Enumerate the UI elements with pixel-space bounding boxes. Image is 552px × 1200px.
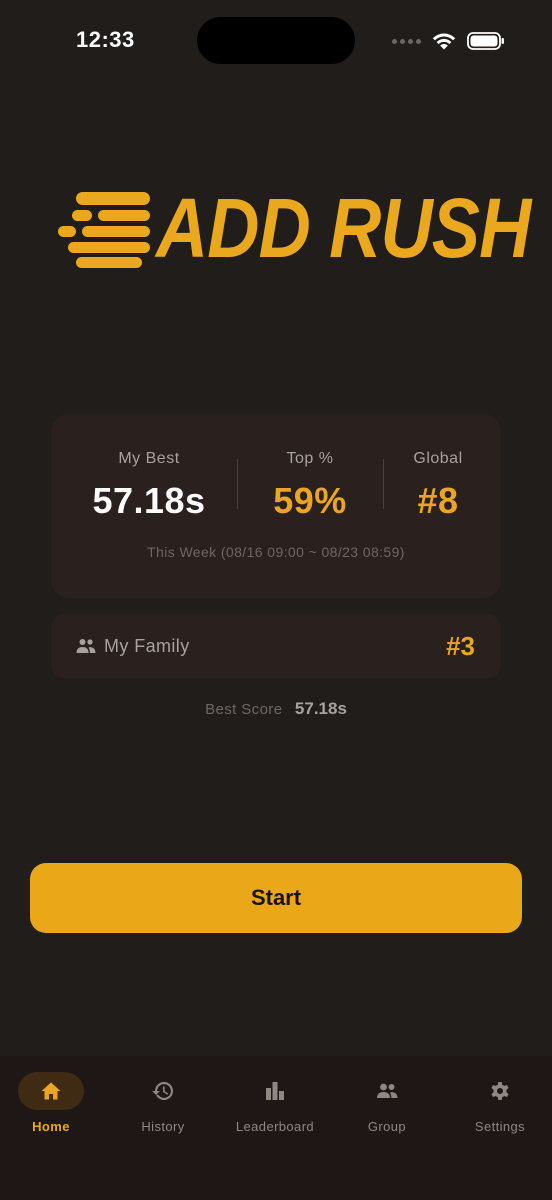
best-score-value: 57.18s	[294, 699, 347, 718]
top-percent-stat: Top % 59%	[236, 450, 384, 522]
family-rank-row[interactable]: My Family #3	[51, 614, 501, 678]
dynamic-island	[197, 17, 355, 64]
home-icon	[41, 1082, 61, 1100]
tab-home[interactable]: Home	[0, 1072, 106, 1142]
week-range-text: This Week (08/16 09:00 ~ 08/23 08:59)	[147, 544, 405, 560]
speed-lines-icon	[58, 192, 150, 268]
leaderboard-icon	[266, 1082, 284, 1100]
tab-home-label: Home	[32, 1119, 70, 1134]
best-score-row: Best Score 57.18s	[0, 699, 552, 719]
tab-group-label: Group	[367, 1119, 407, 1134]
tab-history[interactable]: History	[108, 1072, 218, 1142]
bottom-tab-bar: Home History Leaderboard Group Settings	[0, 1056, 552, 1200]
cellular-signal-icon	[392, 38, 421, 44]
group-icon	[377, 1083, 398, 1098]
top-percent-label: Top %	[286, 450, 334, 467]
global-rank-value: #8	[417, 480, 459, 521]
app-logo: ADD RUSH	[58, 184, 531, 272]
tab-history-label: History	[141, 1119, 185, 1134]
tab-home-indicator	[18, 1072, 84, 1110]
tab-group[interactable]: Group	[332, 1072, 442, 1142]
global-rank-stat: Global #8	[384, 450, 492, 522]
top-percent-value: 59%	[273, 480, 347, 521]
tab-leaderboard[interactable]: Leaderboard	[220, 1072, 330, 1142]
my-best-label: My Best	[118, 450, 180, 467]
global-rank-label: Global	[413, 450, 463, 467]
wifi-icon	[432, 33, 456, 50]
family-rank-value: #3	[446, 631, 475, 661]
my-best-stat: My Best 57.18s	[73, 450, 225, 522]
home-screen: 12:33 ADD RUSH My Best 57.18s Top % 59% …	[0, 0, 552, 1200]
my-best-value: 57.18s	[92, 480, 206, 521]
weekly-stats-card: My Best 57.18s Top % 59% Global #8 This …	[51, 414, 501, 598]
status-indicators	[392, 29, 505, 53]
gear-icon	[491, 1082, 509, 1100]
family-label: My Family	[104, 636, 190, 656]
status-time: 12:33	[76, 27, 135, 52]
group-icon	[76, 639, 96, 653]
history-icon	[152, 1082, 173, 1100]
battery-icon	[467, 32, 504, 50]
logo-wordmark: ADD RUSH	[156, 181, 531, 275]
tab-settings[interactable]: Settings	[445, 1072, 552, 1142]
best-score-label: Best Score	[205, 701, 283, 718]
start-button[interactable]: Start	[30, 863, 522, 933]
tab-settings-label: Settings	[474, 1119, 526, 1134]
tab-leaderboard-label: Leaderboard	[235, 1119, 315, 1134]
